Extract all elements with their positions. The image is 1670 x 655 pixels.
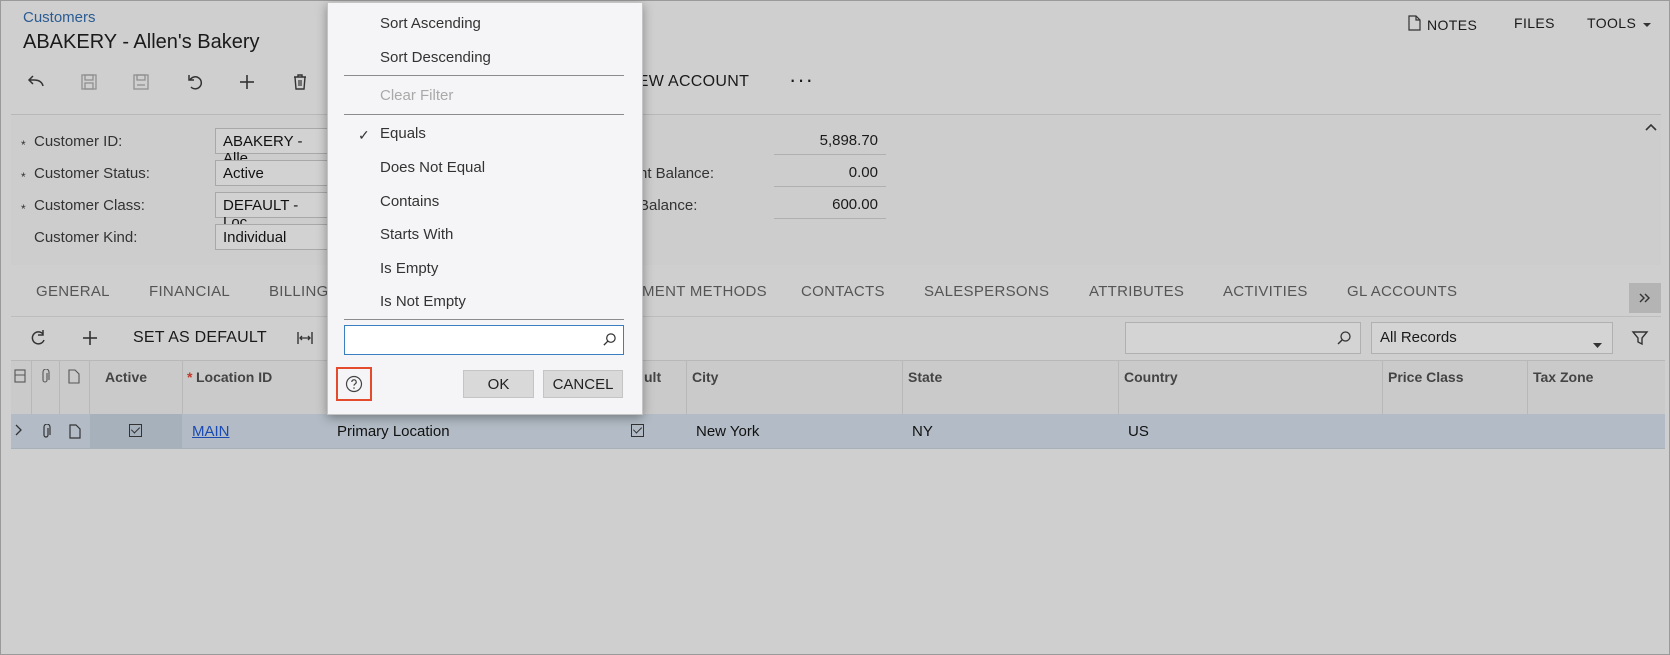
tab-billing[interactable]: BILLING <box>269 283 329 300</box>
customer-kind-label: Customer Kind: <box>34 229 138 246</box>
active-checkbox[interactable] <box>129 424 142 437</box>
double-chevron-right-icon <box>1639 293 1650 303</box>
column-header-location-id[interactable]: Location ID <box>196 369 272 385</box>
fit-columns-icon[interactable] <box>290 323 320 353</box>
required-marker: * <box>21 170 26 184</box>
collapse-panel-button[interactable] <box>1629 283 1661 313</box>
tab-financial[interactable]: FINANCIAL <box>149 283 230 300</box>
menu-item-contains[interactable]: Contains <box>380 193 439 210</box>
menu-item-is-empty[interactable]: Is Empty <box>380 260 438 277</box>
notes-button[interactable]: NOTES <box>1408 15 1477 34</box>
chevron-up-icon[interactable] <box>1644 119 1658 137</box>
question-circle-icon <box>345 375 363 393</box>
files-button[interactable]: FILES <box>1514 15 1555 31</box>
customer-class-label: Customer Class: <box>34 197 145 214</box>
ok-button[interactable]: OK <box>463 370 534 398</box>
set-as-default-button[interactable]: SET AS DEFAULT <box>133 329 267 347</box>
tab-activities[interactable]: ACTIVITIES <box>1223 283 1308 300</box>
save-icon[interactable] <box>126 67 156 97</box>
customer-kind-field[interactable]: Individual <box>215 224 329 250</box>
required-marker: * <box>21 202 26 216</box>
location-id-link[interactable]: MAIN <box>192 423 230 440</box>
balance-value: 5,898.70 <box>774 127 886 155</box>
customer-status-field[interactable]: Active <box>215 160 329 186</box>
state-cell: NY <box>912 423 933 440</box>
tab-attributes[interactable]: ATTRIBUTES <box>1089 283 1184 300</box>
customer-id-label: Customer ID: <box>34 133 123 150</box>
back-icon[interactable] <box>21 67 51 97</box>
balance-value: 600.00 <box>774 191 886 219</box>
records-filter-select[interactable]: All Records <box>1371 322 1613 354</box>
default-checkbox[interactable] <box>631 424 644 437</box>
column-header-tax-zone[interactable]: Tax Zone <box>1533 369 1593 385</box>
checkmark-icon: ✓ <box>358 127 370 143</box>
save-close-icon[interactable] <box>74 67 104 97</box>
menu-item-is-not-empty[interactable]: Is Not Empty <box>380 293 466 310</box>
add-icon[interactable] <box>232 67 262 97</box>
help-button[interactable] <box>336 367 372 401</box>
refresh-icon[interactable] <box>23 323 53 353</box>
search-icon <box>602 332 617 352</box>
required-marker: * <box>187 369 193 385</box>
grid-search-input[interactable] <box>1125 322 1361 354</box>
location-name-cell: Primary Location <box>337 423 450 440</box>
notes-label: NOTES <box>1427 16 1478 33</box>
customer-id-field[interactable]: ABAKERY - Alle <box>215 128 329 167</box>
paperclip-icon <box>39 368 51 389</box>
records-filter-value: All Records <box>1380 329 1457 346</box>
balance-value: 0.00 <box>774 159 886 187</box>
menu-divider <box>344 114 624 115</box>
menu-item-starts-with[interactable]: Starts With <box>380 226 453 243</box>
menu-divider <box>344 75 624 76</box>
tools-menu[interactable]: TOOLS <box>1587 15 1652 31</box>
tab-payment-methods[interactable]: MENT METHODS <box>642 283 767 300</box>
required-marker: * <box>21 138 26 152</box>
search-icon <box>1336 330 1352 351</box>
note-icon <box>68 369 80 389</box>
add-row-icon[interactable] <box>75 323 105 353</box>
column-header-state[interactable]: State <box>908 369 942 385</box>
filter-value-input[interactable] <box>344 325 624 355</box>
column-header-country[interactable]: Country <box>1124 369 1178 385</box>
tab-salespersons[interactable]: SALESPERSONS <box>924 283 1049 300</box>
cancel-button[interactable]: CANCEL <box>543 370 623 398</box>
caret-down-icon <box>1642 15 1652 31</box>
chevron-right-icon[interactable] <box>15 423 23 441</box>
menu-item-sort-ascending[interactable]: Sort Ascending <box>380 15 481 32</box>
customer-status-label: Customer Status: <box>34 165 150 182</box>
balance-label: nt Balance: <box>639 165 715 182</box>
row-status-icon <box>14 369 26 388</box>
filter-icon[interactable] <box>1625 323 1655 353</box>
tab-contacts[interactable]: CONTACTS <box>801 283 885 300</box>
column-header-active[interactable]: Active <box>105 369 147 385</box>
undo-icon[interactable] <box>180 67 210 97</box>
caret-down-icon <box>1593 335 1602 352</box>
menu-item-clear-filter: Clear Filter <box>380 87 454 104</box>
tools-label: TOOLS <box>1587 15 1637 31</box>
paperclip-icon[interactable] <box>40 423 52 444</box>
menu-item-sort-descending[interactable]: Sort Descending <box>380 49 491 66</box>
note-icon[interactable] <box>69 424 81 444</box>
customer-class-field[interactable]: DEFAULT - Loc <box>215 192 329 231</box>
breadcrumb-customers[interactable]: Customers <box>23 9 96 26</box>
column-header-city[interactable]: City <box>692 369 718 385</box>
menu-item-equals[interactable]: Equals <box>380 125 426 142</box>
table-row[interactable] <box>11 414 1665 449</box>
column-filter-menu: Sort Ascending Sort Descending Clear Fil… <box>327 2 643 415</box>
delete-icon[interactable] <box>285 67 315 97</box>
tab-general[interactable]: GENERAL <box>36 283 110 300</box>
column-header-default[interactable]: ult <box>644 369 661 385</box>
column-header-price-class[interactable]: Price Class <box>1388 369 1464 385</box>
tab-gl-accounts[interactable]: GL ACCOUNTS <box>1347 283 1457 300</box>
view-account-button[interactable]: IEW ACCOUNT <box>633 73 749 91</box>
more-icon[interactable]: ··· <box>789 67 814 93</box>
menu-divider <box>344 319 624 320</box>
city-cell: New York <box>696 423 760 440</box>
document-icon <box>1408 15 1421 34</box>
page: Customers ABAKERY - Allen's Bakery NOTES… <box>0 0 1670 655</box>
balance-label: Balance: <box>639 197 698 214</box>
menu-item-does-not-equal[interactable]: Does Not Equal <box>380 159 485 176</box>
page-title: ABAKERY - Allen's Bakery <box>23 31 260 53</box>
country-cell: US <box>1128 423 1149 440</box>
